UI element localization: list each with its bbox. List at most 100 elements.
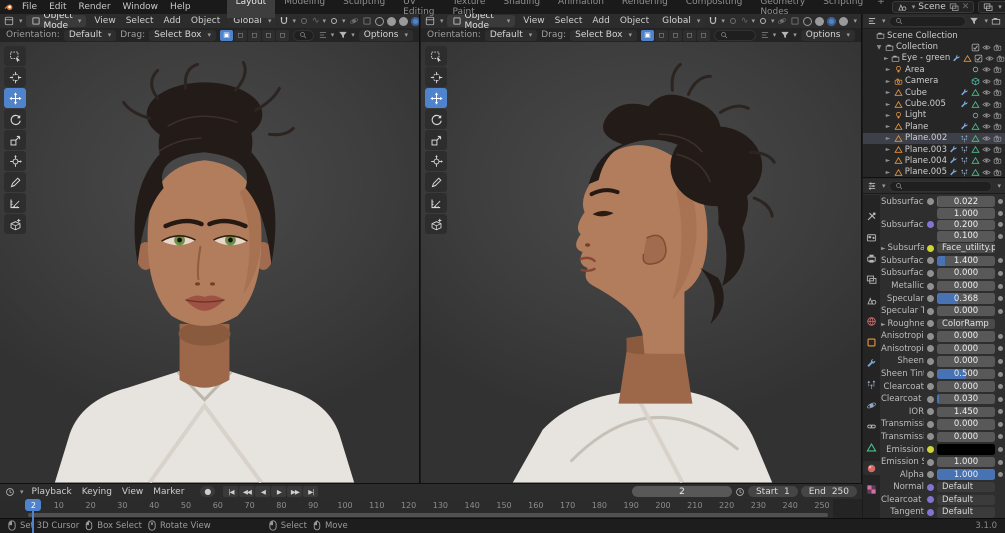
outliner-row-collection[interactable]: ▼Collection <box>863 41 1005 52</box>
value-slider[interactable]: 0.000 <box>937 419 995 429</box>
tri-badge-icon[interactable] <box>971 145 980 154</box>
outliner-row-camera[interactable]: ►Camera <box>863 76 1005 87</box>
properties-tab-texture[interactable] <box>863 482 880 496</box>
orientation-default-dropdown[interactable]: Default ▾ <box>64 30 116 41</box>
outliner-row-plane-004[interactable]: ►Plane.004 <box>863 155 1005 166</box>
color-swatch[interactable] <box>937 444 995 454</box>
hide-eye-icon[interactable] <box>982 111 991 120</box>
value-slider[interactable]: 1.400 <box>937 256 995 266</box>
tab-layout[interactable]: Layout <box>227 0 276 18</box>
checkbox-icon[interactable] <box>971 43 980 52</box>
vp-menu-select[interactable]: Select <box>121 16 159 26</box>
keyframe-dot[interactable] <box>998 384 1003 389</box>
select-mode-new[interactable]: ▣ <box>641 30 654 41</box>
hide-eye-icon[interactable] <box>982 168 991 177</box>
tool-search-input[interactable] <box>293 30 314 41</box>
disclosure-icon[interactable]: ▼ <box>875 44 883 51</box>
hide-eye-icon[interactable] <box>985 54 994 63</box>
particles-badge-icon[interactable] <box>960 145 969 154</box>
keyframe-dot[interactable] <box>998 271 1003 276</box>
collection-icon[interactable] <box>885 43 894 52</box>
new-collection-icon[interactable] <box>991 16 1001 26</box>
keyframe-dot[interactable] <box>998 359 1003 364</box>
tool-move[interactable] <box>425 88 447 108</box>
socket-dot[interactable] <box>927 320 934 327</box>
keyframe-dot[interactable] <box>998 309 1003 314</box>
tab-compositing[interactable]: Compositing <box>677 0 751 18</box>
value-slider[interactable]: 0.000 <box>937 268 995 278</box>
value-field[interactable]: Default <box>937 495 995 505</box>
tri-icon[interactable] <box>894 100 903 109</box>
keyframe-dot[interactable] <box>998 346 1003 351</box>
value-slider[interactable]: 0.000 <box>937 381 995 391</box>
tab-shading[interactable]: Shading <box>494 0 549 18</box>
tool-select-box[interactable] <box>4 46 26 66</box>
disclosure-icon[interactable]: ► <box>884 169 892 176</box>
wrench-badge-icon[interactable] <box>952 54 961 63</box>
vp-menu-object[interactable]: Object <box>186 16 225 26</box>
vp-menu-add[interactable]: Add <box>158 16 185 26</box>
socket-dot[interactable] <box>927 433 934 440</box>
properties-tab-output[interactable] <box>863 251 880 265</box>
properties-tab-object[interactable] <box>863 335 880 349</box>
options-dropdown[interactable]: Options ▾ <box>801 30 855 41</box>
disclosure-icon[interactable]: ► <box>884 157 892 164</box>
socket-dot[interactable] <box>927 509 934 516</box>
orientation-default-dropdown[interactable]: Default ▾ <box>485 30 537 41</box>
menu-file[interactable]: File <box>16 2 43 12</box>
cube-badge-icon[interactable] <box>971 77 980 86</box>
select-mode-subtract[interactable]: ◻ <box>248 30 261 41</box>
disable-render-icon[interactable] <box>993 88 1002 97</box>
hide-eye-icon[interactable] <box>982 145 991 154</box>
value-slider[interactable]: 0.000 <box>937 306 995 316</box>
particles-badge-icon[interactable] <box>960 168 969 177</box>
select-mode-intersect[interactable]: ◻ <box>697 30 710 41</box>
select-mode-extend[interactable]: ◻ <box>655 30 668 41</box>
editor-type-icon[interactable] <box>4 16 14 26</box>
outliner-row-plane[interactable]: ►Plane <box>863 121 1005 132</box>
properties-tab-view-layer[interactable] <box>863 272 880 286</box>
disable-render-icon[interactable] <box>993 145 1002 154</box>
filter-type-icon[interactable]: ▾ <box>318 30 335 40</box>
properties-tab-tool[interactable] <box>863 209 880 223</box>
select-mode-invert[interactable]: ◻ <box>262 30 275 41</box>
value-slider[interactable]: 0.000 <box>937 344 995 354</box>
socket-dot[interactable] <box>927 257 934 264</box>
jump-start-button[interactable]: |◀ <box>223 486 238 497</box>
socket-dot[interactable] <box>927 198 934 205</box>
properties-tab-particles[interactable] <box>863 377 880 391</box>
options-dropdown[interactable]: Options ▾ <box>359 30 413 41</box>
tool-search-input[interactable] <box>714 30 756 41</box>
socket-dot[interactable] <box>927 421 934 428</box>
tri-icon[interactable] <box>894 156 903 165</box>
disclosure-icon[interactable]: ► <box>884 78 892 85</box>
tool-transform[interactable] <box>425 151 447 171</box>
viewport-canvas-side[interactable] <box>421 42 861 483</box>
socket-dot[interactable] <box>927 283 934 290</box>
tri-badge-icon[interactable] <box>971 134 980 143</box>
menu-window[interactable]: Window <box>117 2 165 12</box>
tri-icon[interactable] <box>894 134 903 143</box>
keyframe-dot[interactable] <box>998 296 1003 301</box>
hide-eye-icon[interactable] <box>982 88 991 97</box>
value-field[interactable]: Face_utility.png <box>937 243 995 253</box>
properties-tab-render[interactable] <box>863 230 880 244</box>
hide-eye-icon[interactable] <box>982 134 991 143</box>
tri-badge-icon[interactable] <box>971 156 980 165</box>
value-field[interactable]: Default <box>937 507 995 517</box>
disclosure-icon[interactable]: ► <box>884 55 889 62</box>
value-field[interactable]: ColorRamp <box>937 319 995 329</box>
checkbox-icon[interactable] <box>974 54 983 63</box>
tri-badge-icon[interactable] <box>971 88 980 97</box>
select-mode-new[interactable]: ▣ <box>220 30 233 41</box>
value-slider[interactable]: 0.000 <box>937 331 995 341</box>
value-field[interactable]: 0.200 <box>937 220 995 230</box>
select-box-dropdown[interactable]: Select Box ▾ <box>149 30 216 41</box>
socket-dot[interactable] <box>927 295 934 302</box>
hide-eye-icon[interactable] <box>982 77 991 86</box>
socket-dot[interactable] <box>927 345 934 352</box>
keyframe-dot[interactable] <box>998 284 1003 289</box>
dot-badge-icon[interactable] <box>971 111 980 120</box>
properties-tab-material[interactable] <box>863 461 880 475</box>
keyframe-dot[interactable] <box>998 409 1003 414</box>
